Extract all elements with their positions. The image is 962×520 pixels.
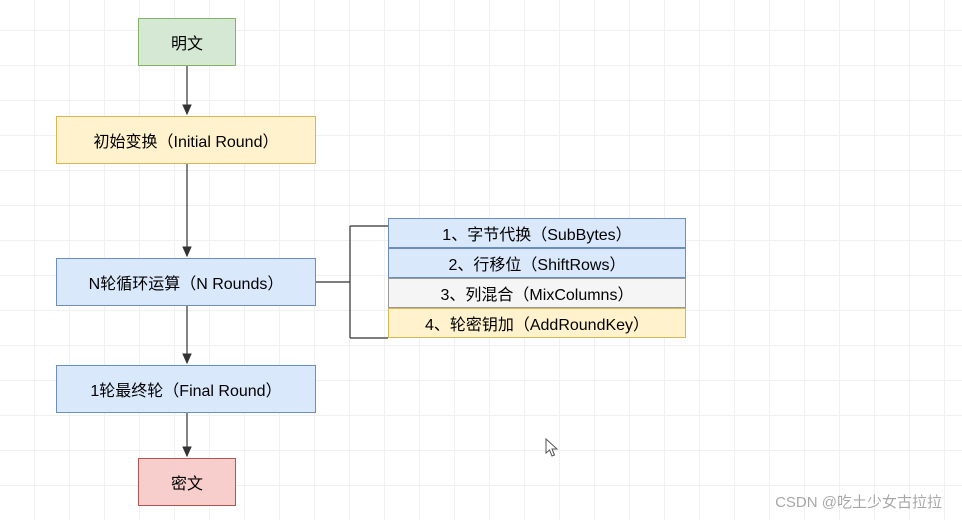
final-round-label: 1轮最终轮（Final Round） [90, 377, 281, 401]
n-rounds-node: N轮循环运算（N Rounds） [56, 258, 316, 306]
watermark-text: CSDN @吃土少女古拉拉 [775, 491, 942, 512]
step-shiftrows-node: 2、行移位（ShiftRows） [388, 248, 686, 278]
ciphertext-label: 密文 [171, 470, 203, 494]
n-rounds-label: N轮循环运算（N Rounds） [89, 270, 284, 294]
step-shiftrows-label: 2、行移位（ShiftRows） [449, 251, 626, 275]
step-subbytes-node: 1、字节代换（SubBytes） [388, 218, 686, 248]
plaintext-node: 明文 [138, 18, 236, 66]
ciphertext-node: 密文 [138, 458, 236, 506]
initial-round-node: 初始变换（Initial Round） [56, 116, 316, 164]
final-round-node: 1轮最终轮（Final Round） [56, 365, 316, 413]
step-subbytes-label: 1、字节代换（SubBytes） [442, 221, 631, 245]
initial-round-label: 初始变换（Initial Round） [94, 128, 279, 152]
step-addroundkey-node: 4、轮密钥加（AddRoundKey） [388, 308, 686, 338]
mouse-cursor-icon [545, 438, 559, 458]
step-addroundkey-label: 4、轮密钥加（AddRoundKey） [425, 311, 649, 335]
step-mixcolumns-label: 3、列混合（MixColumns） [441, 281, 634, 305]
step-mixcolumns-node: 3、列混合（MixColumns） [388, 278, 686, 308]
plaintext-label: 明文 [171, 30, 203, 54]
